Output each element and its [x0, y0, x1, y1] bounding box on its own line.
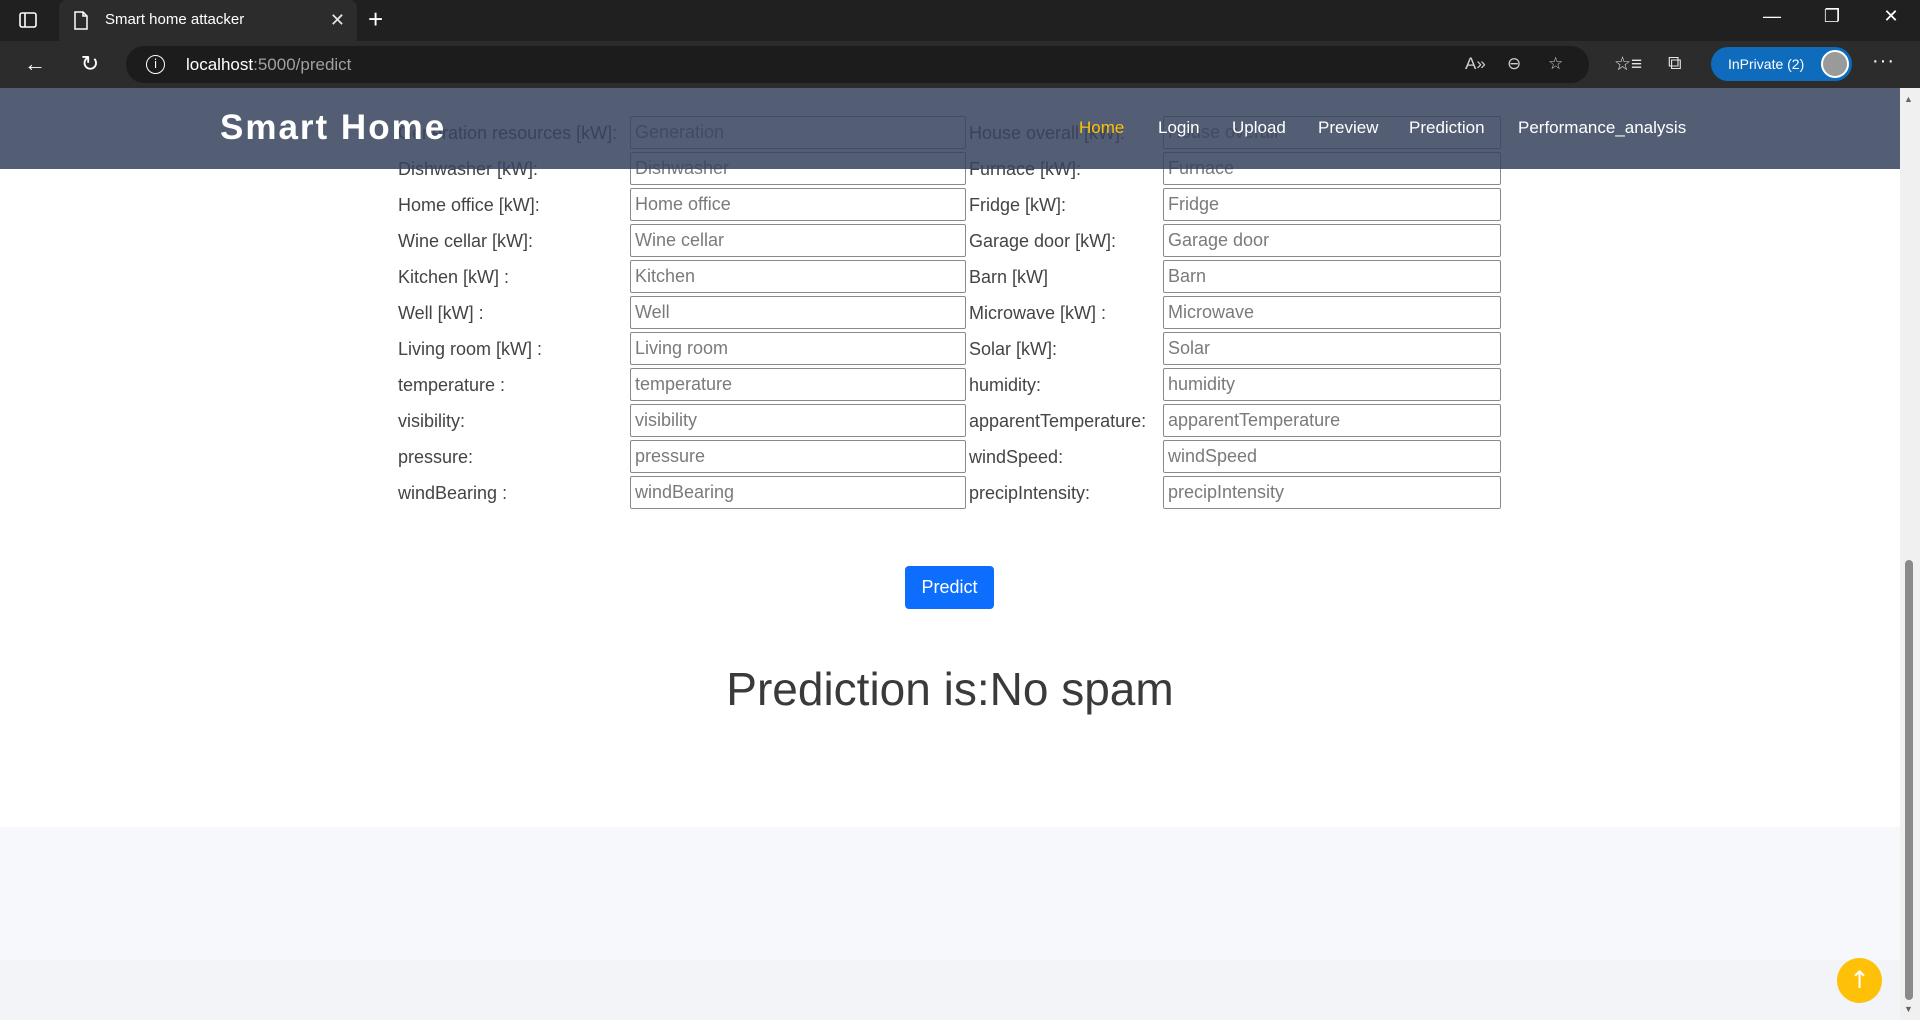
field-label: pressure:: [398, 447, 474, 467]
close-tab-icon[interactable]: ✕: [330, 10, 345, 30]
field-label: Kitchen [kW] :: [398, 267, 510, 287]
url-text[interactable]: localhost:5000/predict: [186, 55, 351, 75]
field-input[interactable]: [630, 440, 966, 473]
nav-home[interactable]: Home: [1079, 118, 1124, 138]
nav-prediction[interactable]: Prediction: [1409, 118, 1485, 138]
back-to-top-button[interactable]: ↑: [1837, 958, 1882, 1003]
field-label: Home office [kW]:: [398, 195, 540, 215]
favorites-icon[interactable]: ☆≡: [1614, 53, 1642, 76]
field-input[interactable]: [630, 476, 966, 509]
nav-login[interactable]: Login: [1158, 118, 1200, 138]
field-input[interactable]: [630, 224, 966, 257]
field-label: Barn [kW]: [969, 267, 1049, 287]
scrollbar-thumb[interactable]: [1905, 560, 1913, 1000]
field-input[interactable]: [630, 404, 966, 437]
predict-button[interactable]: Predict: [905, 566, 994, 609]
field-input[interactable]: [630, 260, 966, 293]
field-label: temperature :: [398, 375, 506, 395]
address-bar[interactable]: i localhost:5000/predict A» ⊖ ☆: [126, 46, 1589, 83]
field-input[interactable]: [630, 188, 966, 221]
read-aloud-icon[interactable]: A»: [1465, 54, 1486, 74]
scroll-up-icon[interactable]: ▲: [1904, 94, 1913, 104]
nav-upload[interactable]: Upload: [1232, 118, 1286, 138]
tab-title: Smart home attacker: [105, 11, 245, 28]
page-content: Generation resources [kW]:House overall …: [0, 88, 1900, 1020]
nav-performance-analysis[interactable]: Performance_analysis: [1518, 118, 1686, 138]
avatar: [1821, 50, 1849, 78]
minimize-icon[interactable]: —: [1752, 6, 1792, 27]
page-icon: [73, 11, 89, 30]
field-input[interactable]: [1163, 404, 1501, 437]
field-input[interactable]: [630, 368, 966, 401]
field-input[interactable]: [630, 332, 966, 365]
field-input[interactable]: [1163, 296, 1501, 329]
nav-preview[interactable]: Preview: [1318, 118, 1378, 138]
field-label: humidity:: [969, 375, 1042, 395]
more-menu-icon[interactable]: ···: [1872, 50, 1895, 73]
field-label: Microwave [kW] :: [969, 303, 1107, 323]
refresh-icon[interactable]: ↻: [75, 50, 105, 80]
inprivate-badge[interactable]: InPrivate (2): [1711, 47, 1852, 81]
new-tab-button[interactable]: +: [368, 6, 383, 32]
site-logo[interactable]: Smart Home: [220, 108, 446, 148]
back-icon[interactable]: ←: [20, 50, 50, 80]
field-label: windBearing :: [398, 483, 508, 503]
field-input[interactable]: [1163, 332, 1501, 365]
browser-tab[interactable]: Smart home attacker ✕: [59, 0, 357, 41]
field-input[interactable]: [1163, 440, 1501, 473]
site-navbar: Smart Home Home Login Upload Preview Pre…: [0, 88, 1900, 169]
footer-bottom: [0, 960, 1900, 1020]
scroll-down-icon[interactable]: ▼: [1904, 1004, 1913, 1014]
field-label: apparentTemperature:: [969, 411, 1147, 431]
field-input[interactable]: [1163, 260, 1501, 293]
field-label: Well [kW] :: [398, 303, 484, 323]
close-window-icon[interactable]: ✕: [1871, 6, 1911, 27]
field-label: Garage door [kW]:: [969, 231, 1117, 251]
field-input[interactable]: [1163, 224, 1501, 257]
browser-tab-bar: Smart home attacker ✕ + — ❐ ✕: [0, 0, 1920, 41]
field-label: windSpeed:: [969, 447, 1064, 467]
tab-actions-icon[interactable]: [14, 8, 42, 32]
field-label: Wine cellar [kW]:: [398, 231, 534, 251]
field-label: visibility:: [398, 411, 466, 431]
field-input[interactable]: [1163, 188, 1501, 221]
field-label: Fridge [kW]:: [969, 195, 1067, 215]
zoom-icon[interactable]: ⊖: [1507, 54, 1521, 74]
field-input[interactable]: [1163, 368, 1501, 401]
field-label: Living room [kW] :: [398, 339, 543, 359]
site-info-icon[interactable]: i: [146, 55, 165, 74]
field-label: precipIntensity:: [969, 483, 1091, 503]
field-label: Solar [kW]:: [969, 339, 1058, 359]
collections-icon[interactable]: ⧉: [1668, 53, 1682, 75]
footer-section: [0, 827, 1900, 960]
field-input[interactable]: [630, 296, 966, 329]
prediction-result: Prediction is:No spam: [726, 663, 1174, 715]
field-input[interactable]: [1163, 476, 1501, 509]
add-favorite-icon[interactable]: ☆: [1548, 54, 1563, 74]
restore-icon[interactable]: ❐: [1812, 6, 1852, 27]
